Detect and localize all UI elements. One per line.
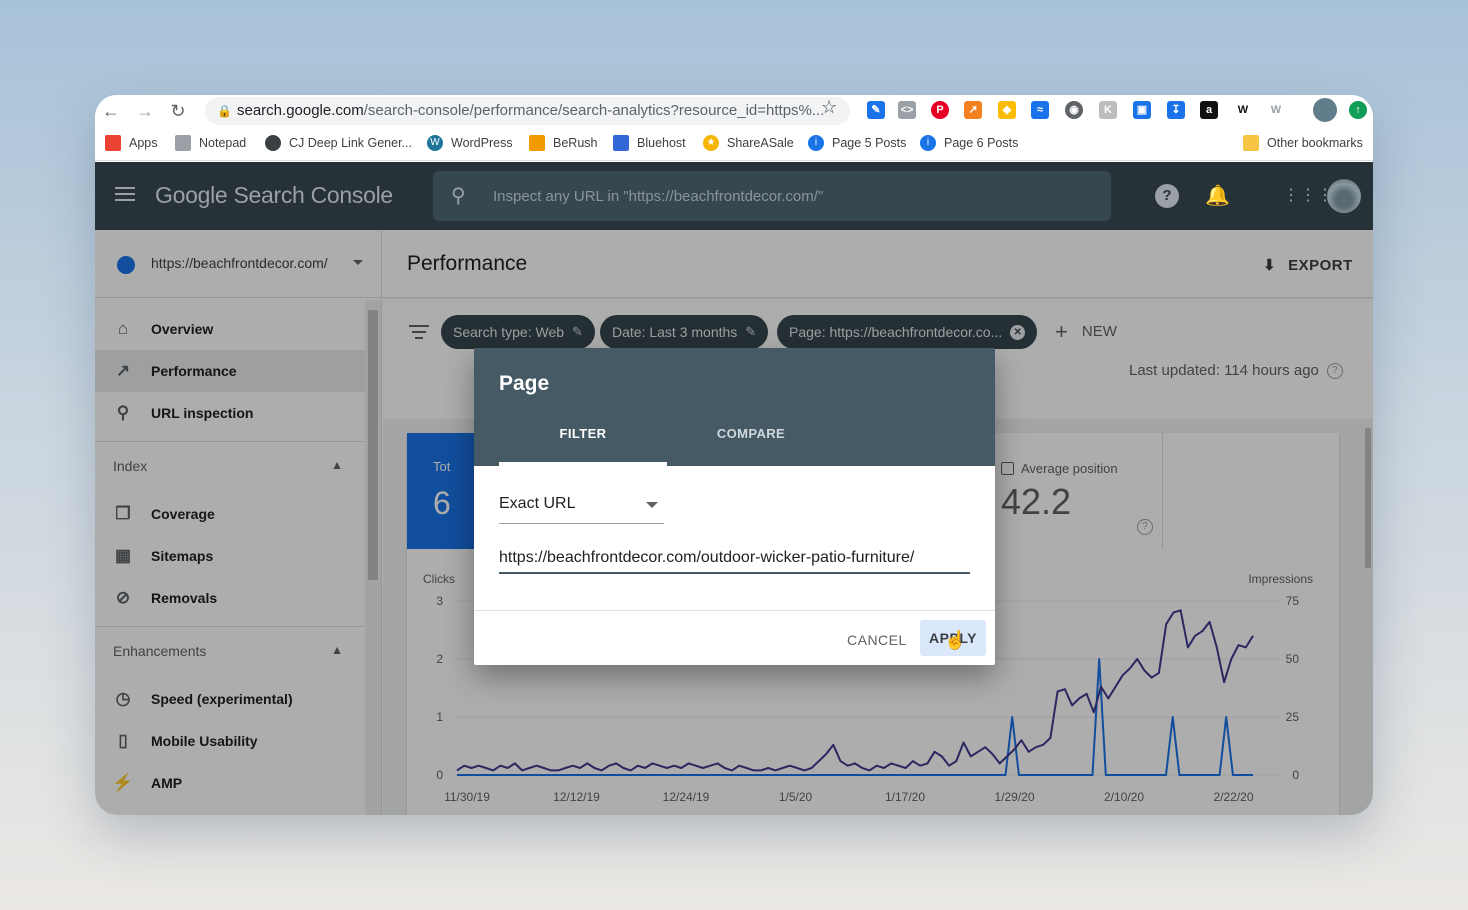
bookmark-shareasale[interactable]: ★ ShareASale: [703, 135, 794, 151]
reload-icon[interactable]: ↻: [166, 99, 190, 123]
profile-avatar-icon[interactable]: [1313, 98, 1337, 122]
bookmark-wordpress[interactable]: W WordPress: [427, 135, 513, 151]
amazon-icon[interactable]: a: [1200, 101, 1218, 119]
browser-window: ← → ↻ 🔒 search.google.com/search-console…: [95, 95, 1373, 815]
globe-icon: [265, 135, 281, 151]
avatar[interactable]: [1327, 179, 1361, 213]
bookmark-notepad[interactable]: Notepad: [175, 135, 246, 151]
lock-icon: 🔒: [217, 104, 232, 118]
update-icon[interactable]: ↑: [1349, 101, 1367, 119]
bookmark-other[interactable]: Other bookmarks: [1243, 135, 1363, 151]
extension-wave-icon[interactable]: ≈: [1031, 101, 1049, 119]
back-icon[interactable]: ←: [99, 99, 123, 123]
bookmark-page5[interactable]: i Page 5 Posts: [808, 135, 906, 151]
tab-indicator: [499, 462, 667, 466]
extension-pen-icon[interactable]: ✎: [867, 101, 885, 119]
match-type-select[interactable]: Exact URL: [499, 490, 664, 524]
hand-cursor-icon: ☝: [944, 630, 967, 650]
bookmark-page6[interactable]: i Page 6 Posts: [920, 135, 1018, 151]
help-icon[interactable]: ?: [1155, 184, 1179, 208]
apps-grid-icon[interactable]: ⋮⋮⋮: [1283, 184, 1333, 208]
browser-toolbar: ← → ↻ 🔒 search.google.com/search-console…: [95, 95, 1373, 127]
tab-filter[interactable]: FILTER: [499, 426, 667, 441]
bookmark-star-icon[interactable]: ☆: [821, 97, 837, 118]
extension-code-icon[interactable]: <>: [898, 101, 916, 119]
star-icon: ★: [703, 135, 719, 151]
apps-grid-icon: [105, 135, 121, 151]
notepad-icon: [175, 135, 191, 151]
extension-download-icon[interactable]: ↧: [1167, 101, 1185, 119]
wordpress-icon: W: [427, 135, 443, 151]
grid-icon: [613, 135, 629, 151]
folder-icon: [1243, 135, 1259, 151]
menu-icon[interactable]: [115, 184, 135, 204]
url-inspect-search[interactable]: ⚲: [433, 171, 1111, 221]
url-filter-input[interactable]: [499, 544, 970, 574]
info-globe-icon: i: [808, 135, 824, 151]
bookmarks-bar: Apps Notepad CJ Deep Link Gener... W Word…: [95, 127, 1373, 161]
dropdown-arrow-icon: [646, 502, 658, 508]
bookmark-cj[interactable]: CJ Deep Link Gener...: [265, 135, 412, 151]
url-host: search.google.com: [237, 102, 364, 119]
extension-diamond-icon[interactable]: ◆: [998, 101, 1016, 119]
bolt-icon: [529, 135, 545, 151]
cancel-button[interactable]: CANCEL: [837, 622, 917, 658]
notifications-icon[interactable]: 🔔: [1205, 184, 1230, 208]
app-header: Google Search Console ⚲ ? 🔔 ⋮⋮⋮: [95, 162, 1373, 230]
dialog-header: Page FILTER COMPARE: [474, 348, 995, 466]
address-bar[interactable]: 🔒 search.google.com/search-console/perfo…: [205, 97, 850, 125]
tab-compare[interactable]: COMPARE: [667, 426, 835, 441]
pinterest-icon[interactable]: P: [931, 101, 949, 119]
app-logo: Google Search Console: [155, 182, 393, 208]
extension-w-icon[interactable]: W: [1234, 101, 1252, 119]
info-globe-icon: i: [920, 135, 936, 151]
extension-wf-icon[interactable]: W: [1267, 101, 1285, 119]
forward-icon[interactable]: →: [133, 99, 157, 123]
extension-card-icon[interactable]: ▣: [1133, 101, 1151, 119]
bookmark-berush[interactable]: BeRush: [529, 135, 597, 151]
extension-chart-icon[interactable]: ↗: [964, 101, 982, 119]
search-icon: ⚲: [451, 185, 466, 207]
extension-globe-icon[interactable]: ◉: [1065, 101, 1083, 119]
dialog-title: Page: [499, 372, 550, 395]
url-inspect-input[interactable]: [493, 183, 1053, 209]
url-path: /search-console/performance/search-analy…: [363, 102, 825, 119]
extension-k-icon[interactable]: K: [1099, 101, 1117, 119]
page-filter-dialog: Page FILTER COMPARE Exact URL CANCEL APP…: [474, 348, 995, 665]
bookmark-apps[interactable]: Apps: [105, 135, 158, 151]
bookmark-bluehost[interactable]: Bluehost: [613, 135, 686, 151]
